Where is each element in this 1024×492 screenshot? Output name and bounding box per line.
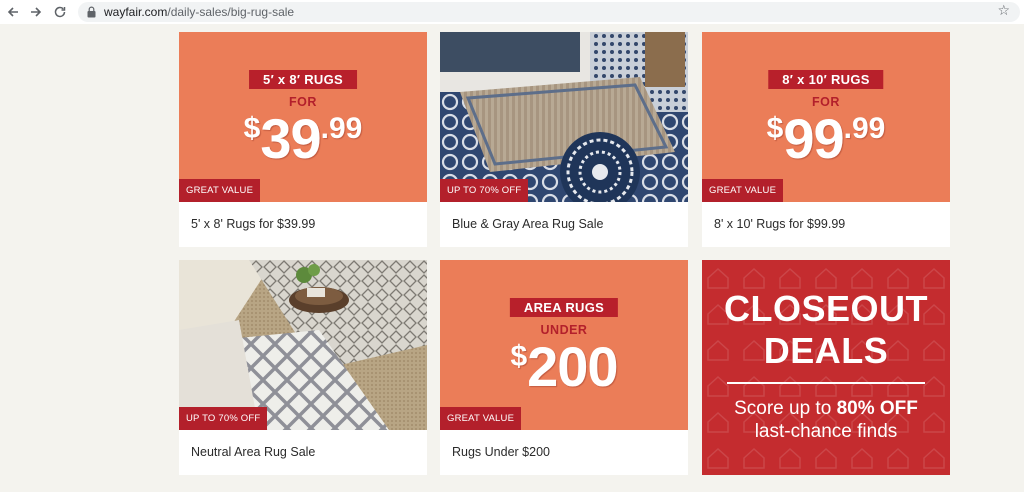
promo-price: $200 [440,334,688,399]
card-caption[interactable]: 8' x 10' Rugs for $99.99 [714,217,845,231]
card-5x8-rugs[interactable]: 5′ x 8′ RUGS FOR $39.99 GREAT VALUE 5' x… [179,32,427,247]
closeout-sub-pre: Score up to [734,398,837,419]
card-neutral-rugs[interactable]: UP TO 70% OFF Neutral Area Rug Sale [179,260,427,475]
card-caption[interactable]: Rugs Under $200 [452,445,550,459]
closeout-subtitle-line1: Score up to 80% OFF [702,398,950,420]
price-symbol: $ [510,340,528,373]
price-main: 39 [260,107,321,170]
closeout-title-line1: CLOSEOUT [723,288,928,329]
closeout-divider [727,382,925,384]
price-main: 99 [783,107,844,170]
discount-badge: UP TO 70% OFF [179,407,268,430]
card-closeout-deals[interactable]: CLOSEOUT DEALS Score up to 80% OFF last-… [702,260,950,475]
discount-badge: UP TO 70% OFF [440,179,529,202]
great-value-badge: GREAT VALUE [179,179,261,202]
price-cents: .99 [320,112,363,145]
card-caption[interactable]: 5' x 8' Rugs for $39.99 [191,217,315,231]
price-main: 200 [527,335,618,398]
card-caption[interactable]: Blue & Gray Area Rug Sale [452,217,603,231]
closeout-sub-bold: 80% OFF [836,398,918,419]
card-area-rugs-under-200[interactable]: AREA RUGS UNDER $200 GREAT VALUE Rugs Un… [440,260,688,475]
forward-arrow-icon[interactable] [27,3,45,21]
browser-toolbar: wayfair.com/daily-sales/big-rug-sale ☆ [0,0,1024,24]
price-symbol: $ [766,112,784,145]
promo-image[interactable]: AREA RUGS UNDER $200 GREAT VALUE [440,260,688,430]
address-bar[interactable]: wayfair.com/daily-sales/big-rug-sale ☆ [78,2,1020,22]
closeout-title-line2: DEALS [763,330,889,371]
reload-icon[interactable] [51,3,69,21]
rug-photo-blue-gray[interactable]: UP TO 70% OFF [440,32,688,202]
promo-price: $99.99 [702,106,950,171]
card-caption[interactable]: Neutral Area Rug Sale [191,445,315,459]
promo-banner: 5′ x 8′ RUGS [249,70,357,89]
great-value-badge: GREAT VALUE [440,407,522,430]
promo-image[interactable]: 5′ x 8′ RUGS FOR $39.99 GREAT VALUE [179,32,427,202]
promo-image[interactable]: 8′ x 10′ RUGS FOR $99.99 GREAT VALUE [702,32,950,202]
card-blue-gray-rugs[interactable]: UP TO 70% OFF Blue & Gray Area Rug Sale [440,32,688,247]
url-path: /daily-sales/big-rug-sale [167,5,295,19]
promo-price: $39.99 [179,106,427,171]
promo-banner: AREA RUGS [509,298,619,317]
url-domain: wayfair.com [104,5,168,19]
great-value-badge: GREAT VALUE [702,179,784,202]
back-arrow-icon[interactable] [4,3,22,21]
closeout-subtitle-line2: last-chance finds [754,421,898,442]
rug-photo-neutral[interactable]: UP TO 70% OFF [179,260,427,430]
star-icon[interactable]: ☆ [997,3,1010,19]
lock-icon [87,6,96,18]
price-cents: .99 [843,112,886,145]
url-text[interactable]: wayfair.com/daily-sales/big-rug-sale [104,5,294,19]
price-symbol: $ [243,112,261,145]
card-8x10-rugs[interactable]: 8′ x 10′ RUGS FOR $99.99 GREAT VALUE 8' … [702,32,950,247]
promo-banner: 8′ x 10′ RUGS [768,70,884,89]
